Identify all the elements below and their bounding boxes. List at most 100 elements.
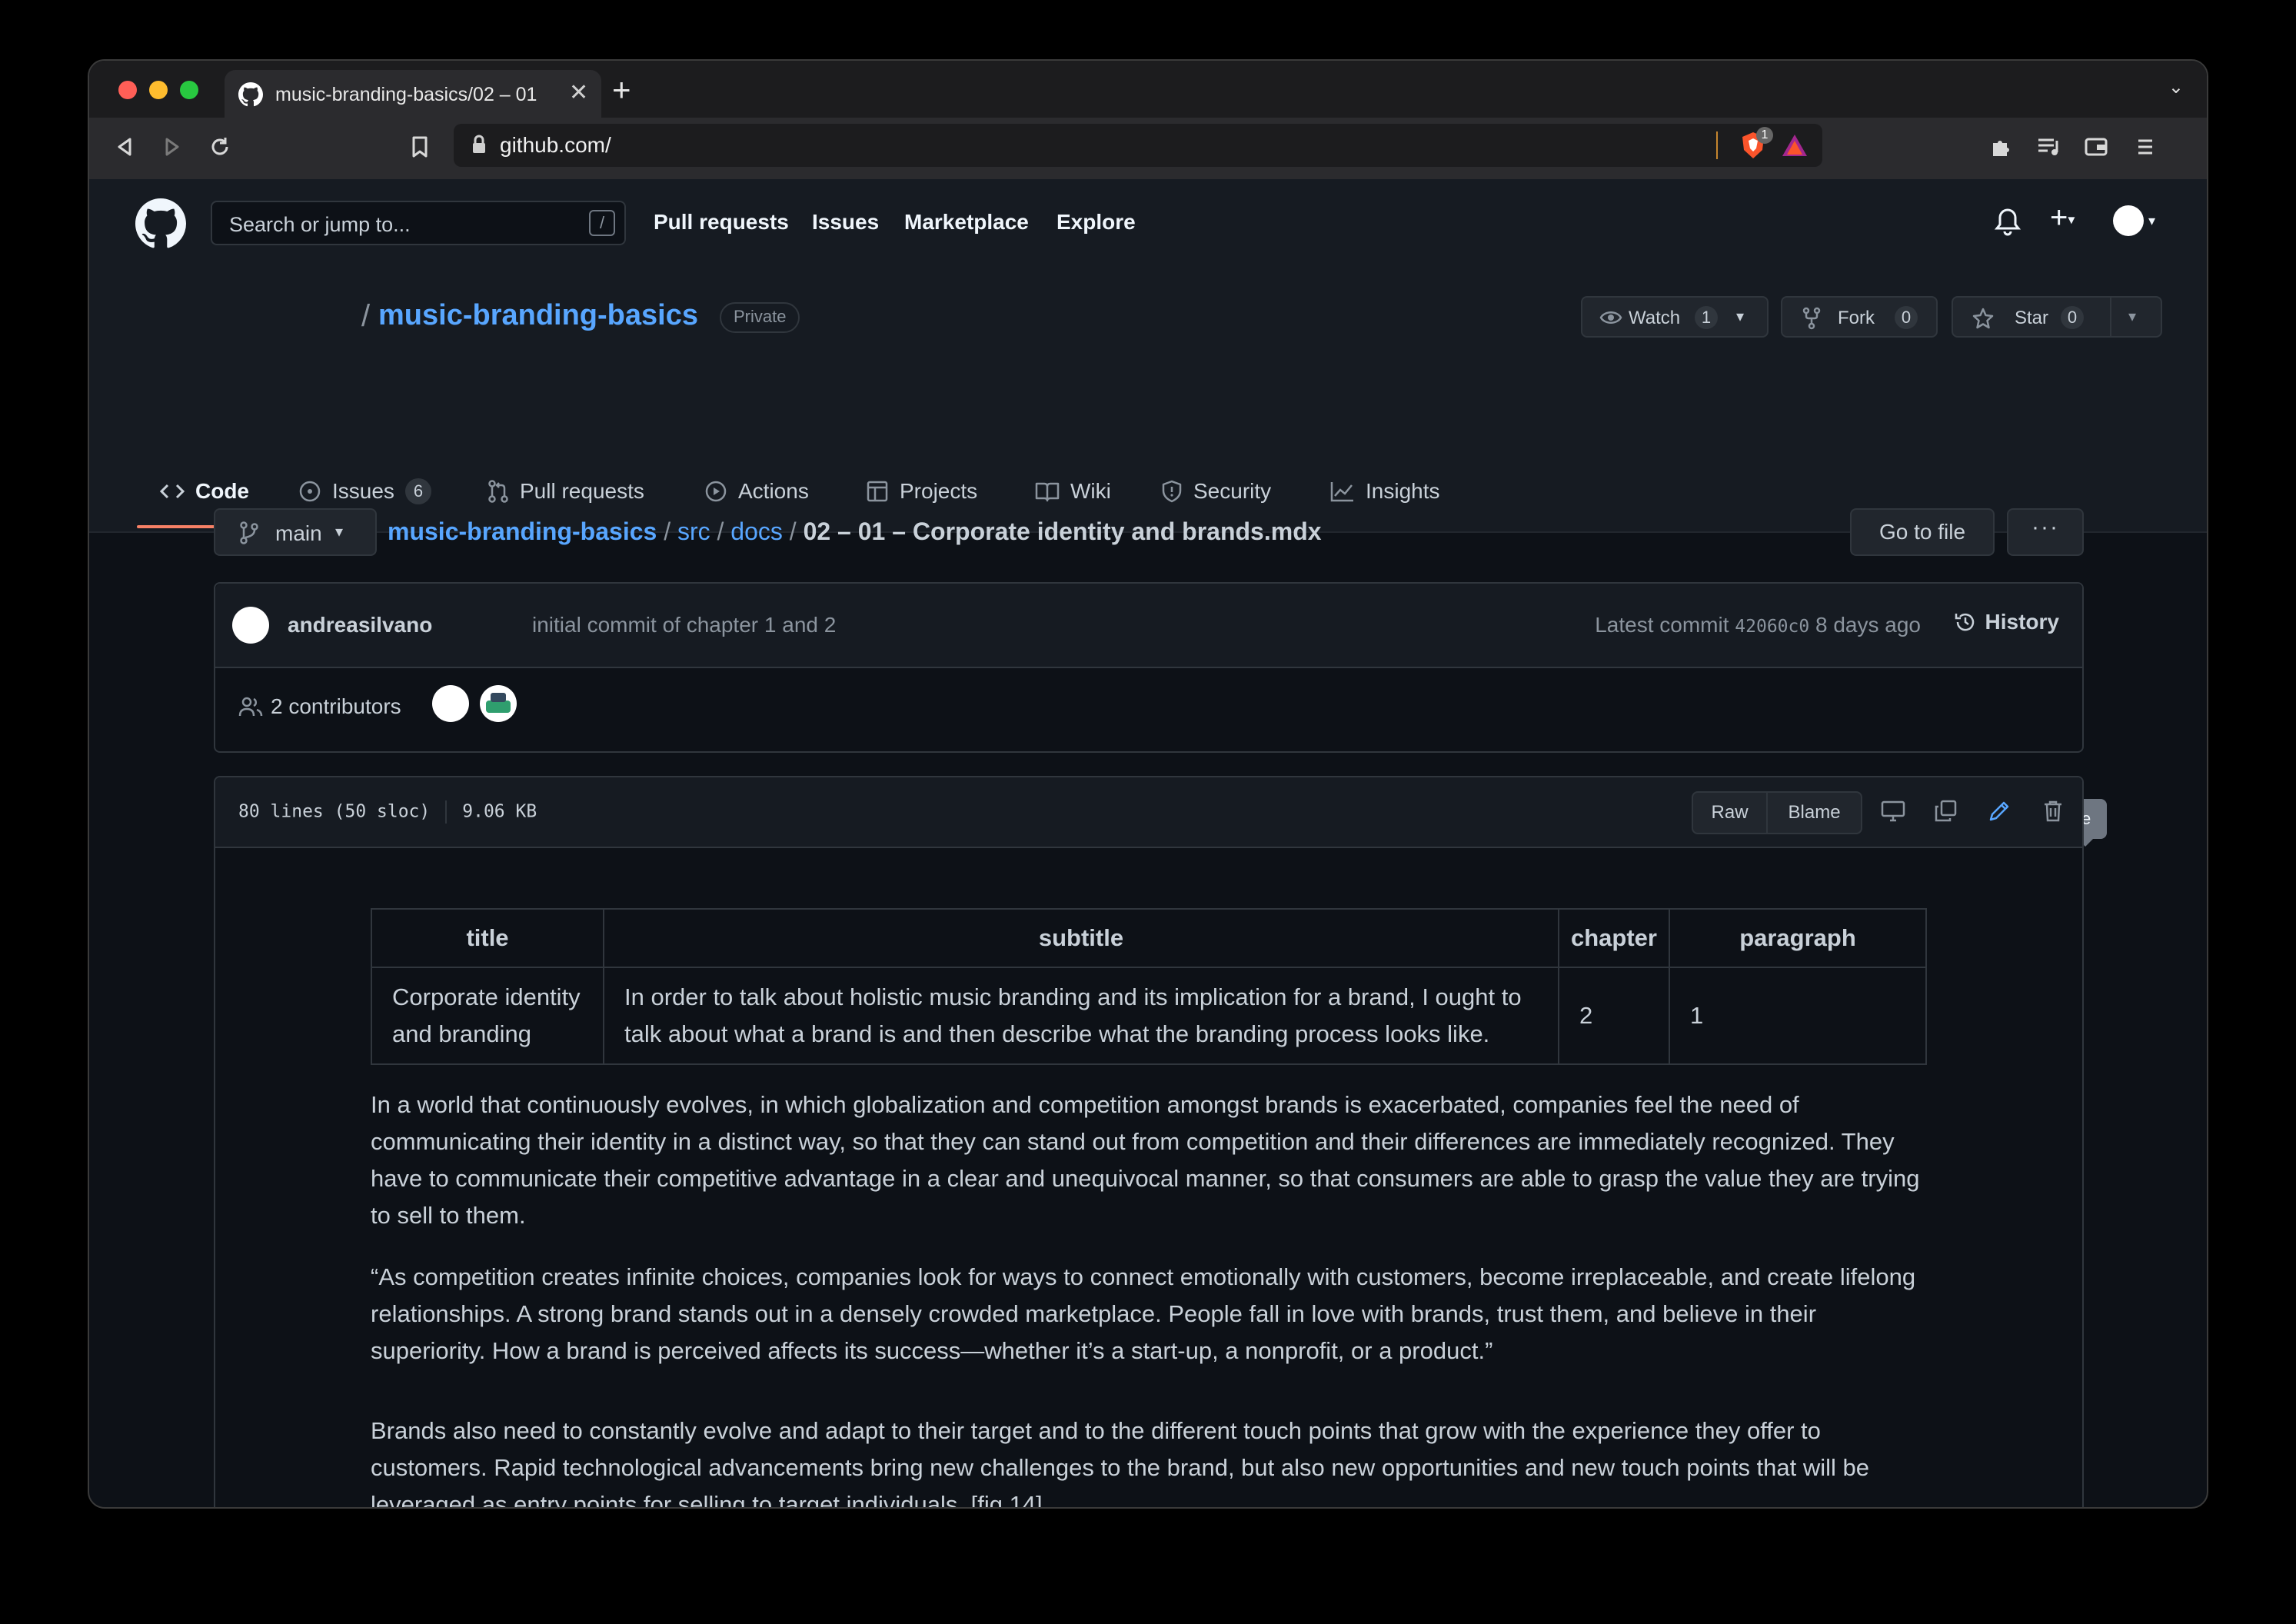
browser-tab-bar: music-branding-basics/02 – 01 ✕ + ⌄ [89, 61, 2207, 118]
create-new-button[interactable]: +▾ [2050, 202, 2075, 235]
nav-issues[interactable]: Issues [812, 210, 879, 235]
repo-header: / music-branding-basics Private Watch 1 … [89, 268, 2207, 533]
repo-owner-separator: / [361, 299, 371, 333]
edit-file-button[interactable] [1984, 796, 2015, 827]
playlist-button[interactable] [2033, 131, 2064, 162]
more-options-button[interactable]: ··· [2007, 508, 2084, 556]
browser-tab[interactable]: music-branding-basics/02 – 01 ✕ [225, 70, 601, 118]
paragraph: “As competition creates infinite choices… [371, 1263, 1916, 1364]
desktop-open-button[interactable] [1878, 796, 1908, 827]
frontmatter-table: title subtitle chapter paragraph Corpora… [371, 908, 1927, 1065]
github-logo-icon[interactable] [135, 198, 186, 249]
contributor-avatar[interactable] [432, 685, 469, 722]
tab-wiki[interactable]: Wiki [1035, 473, 1111, 510]
table-header: title [371, 908, 604, 968]
tab-security[interactable]: Security [1161, 473, 1271, 510]
contributors-link[interactable]: 2 contributors [238, 694, 401, 719]
bookmark-icon [412, 136, 428, 158]
commit-summary: andreasilvano initial commit of chapter … [215, 584, 2082, 668]
play-icon [705, 481, 727, 502]
notifications-bell-icon[interactable] [1995, 207, 2021, 236]
forward-button[interactable] [157, 131, 188, 162]
reload-button[interactable] [205, 131, 235, 162]
address-bar[interactable]: github.com/ 1 [454, 124, 1822, 167]
table-header: chapter [1558, 908, 1670, 968]
table-icon [867, 481, 888, 502]
wallet-button[interactable] [2081, 131, 2111, 162]
git-pull-request-icon [488, 480, 508, 503]
fork-label: Fork [1838, 308, 1875, 328]
history-link[interactable]: History [1953, 610, 2059, 634]
minimize-window-button[interactable] [149, 81, 168, 99]
tab-insights[interactable]: Insights [1330, 473, 1440, 510]
commit-sha-link[interactable]: 42060c0 [1735, 617, 1809, 637]
star-button[interactable]: Star 0 ▾ [1952, 296, 2162, 338]
tab-issues-label: Issues [332, 479, 394, 503]
pencil-icon [1989, 801, 2009, 821]
commit-message[interactable]: initial commit of chapter 1 and 2 [532, 613, 836, 637]
watch-count: 1 [1695, 306, 1718, 329]
branch-select-button[interactable]: main ▾ [214, 508, 377, 556]
table-header: subtitle [603, 908, 1559, 968]
commit-author-link[interactable]: andreasilvano [288, 613, 432, 637]
contributor-avatar[interactable] [480, 685, 517, 722]
fork-button[interactable]: Fork 0 [1781, 296, 1938, 338]
star-list-caret-icon[interactable]: ▾ [2128, 307, 2136, 326]
avatar-image [491, 693, 506, 702]
wallet-icon [2085, 138, 2108, 156]
repo-forked-icon [1802, 307, 1821, 330]
brave-rewards-icon[interactable] [1781, 133, 1809, 158]
tab-projects[interactable]: Projects [866, 473, 977, 510]
graph-icon [1330, 482, 1353, 502]
book-icon [1035, 482, 1060, 502]
nav-explore[interactable]: Explore [1056, 210, 1136, 235]
new-tab-button[interactable]: + [612, 74, 631, 106]
copy-raw-button[interactable] [1930, 796, 1961, 827]
caret-down-icon: ▾ [1736, 308, 1745, 325]
tab-code[interactable]: Code [160, 473, 249, 510]
back-button[interactable] [109, 131, 140, 162]
breadcrumb-repo-link[interactable]: music-branding-basics [388, 517, 657, 545]
paragraph: In a world that continuously evolves, in… [371, 1091, 1920, 1229]
tab-wiki-label: Wiki [1070, 479, 1111, 503]
nav-pull-requests[interactable]: Pull requests [654, 210, 789, 235]
issues-counter: 6 [404, 478, 431, 504]
go-to-file-button[interactable]: Go to file [1850, 508, 1995, 556]
bookmark-button[interactable] [404, 131, 435, 162]
history-label: History [1985, 610, 2059, 634]
url-text: github.com/ [500, 133, 611, 157]
maximize-window-button[interactable] [180, 81, 198, 99]
avatar-image [486, 701, 511, 713]
star-button-divider [2110, 298, 2111, 336]
author-avatar[interactable] [232, 607, 269, 644]
star-icon [1972, 308, 1994, 329]
raw-button[interactable]: Raw [1693, 793, 1769, 833]
search-input[interactable]: Search or jump to... / [211, 201, 626, 245]
trash-icon [2045, 800, 2061, 822]
nav-marketplace[interactable]: Marketplace [904, 210, 1029, 235]
breadcrumb-src-link[interactable]: src [677, 517, 710, 545]
table-cell: Corporate identity and branding [371, 967, 604, 1065]
browser-menu-button[interactable] [2130, 131, 2161, 162]
tab-title: music-branding-basics/02 – 01 [275, 84, 537, 105]
file-line-count: 80 lines (50 sloc) [238, 801, 431, 822]
tab-issues[interactable]: Issues 6 [298, 473, 431, 510]
code-icon [160, 484, 185, 499]
tab-pull-requests[interactable]: Pull requests [487, 473, 644, 510]
delete-file-button[interactable] [2038, 796, 2068, 827]
tab-projects-label: Projects [900, 479, 978, 503]
breadcrumb-docs-link[interactable]: docs [730, 517, 783, 545]
tab-list-chevron-icon[interactable]: ⌄ [2168, 76, 2184, 98]
close-window-button[interactable] [118, 81, 137, 99]
tab-actions[interactable]: Actions [704, 473, 809, 510]
extensions-button[interactable] [1985, 131, 2016, 162]
tab-actions-label: Actions [738, 479, 809, 503]
device-desktop-icon [1881, 800, 1905, 822]
search-shortcut-key: / [589, 210, 615, 236]
user-menu-button[interactable]: ▾ [2113, 205, 2155, 236]
fork-count: 0 [1895, 306, 1918, 329]
watch-button[interactable]: Watch 1 ▾ [1581, 296, 1769, 338]
close-tab-icon[interactable]: ✕ [569, 81, 588, 105]
blame-button[interactable]: Blame [1768, 793, 1861, 833]
repo-name-link[interactable]: music-branding-basics [378, 299, 698, 332]
